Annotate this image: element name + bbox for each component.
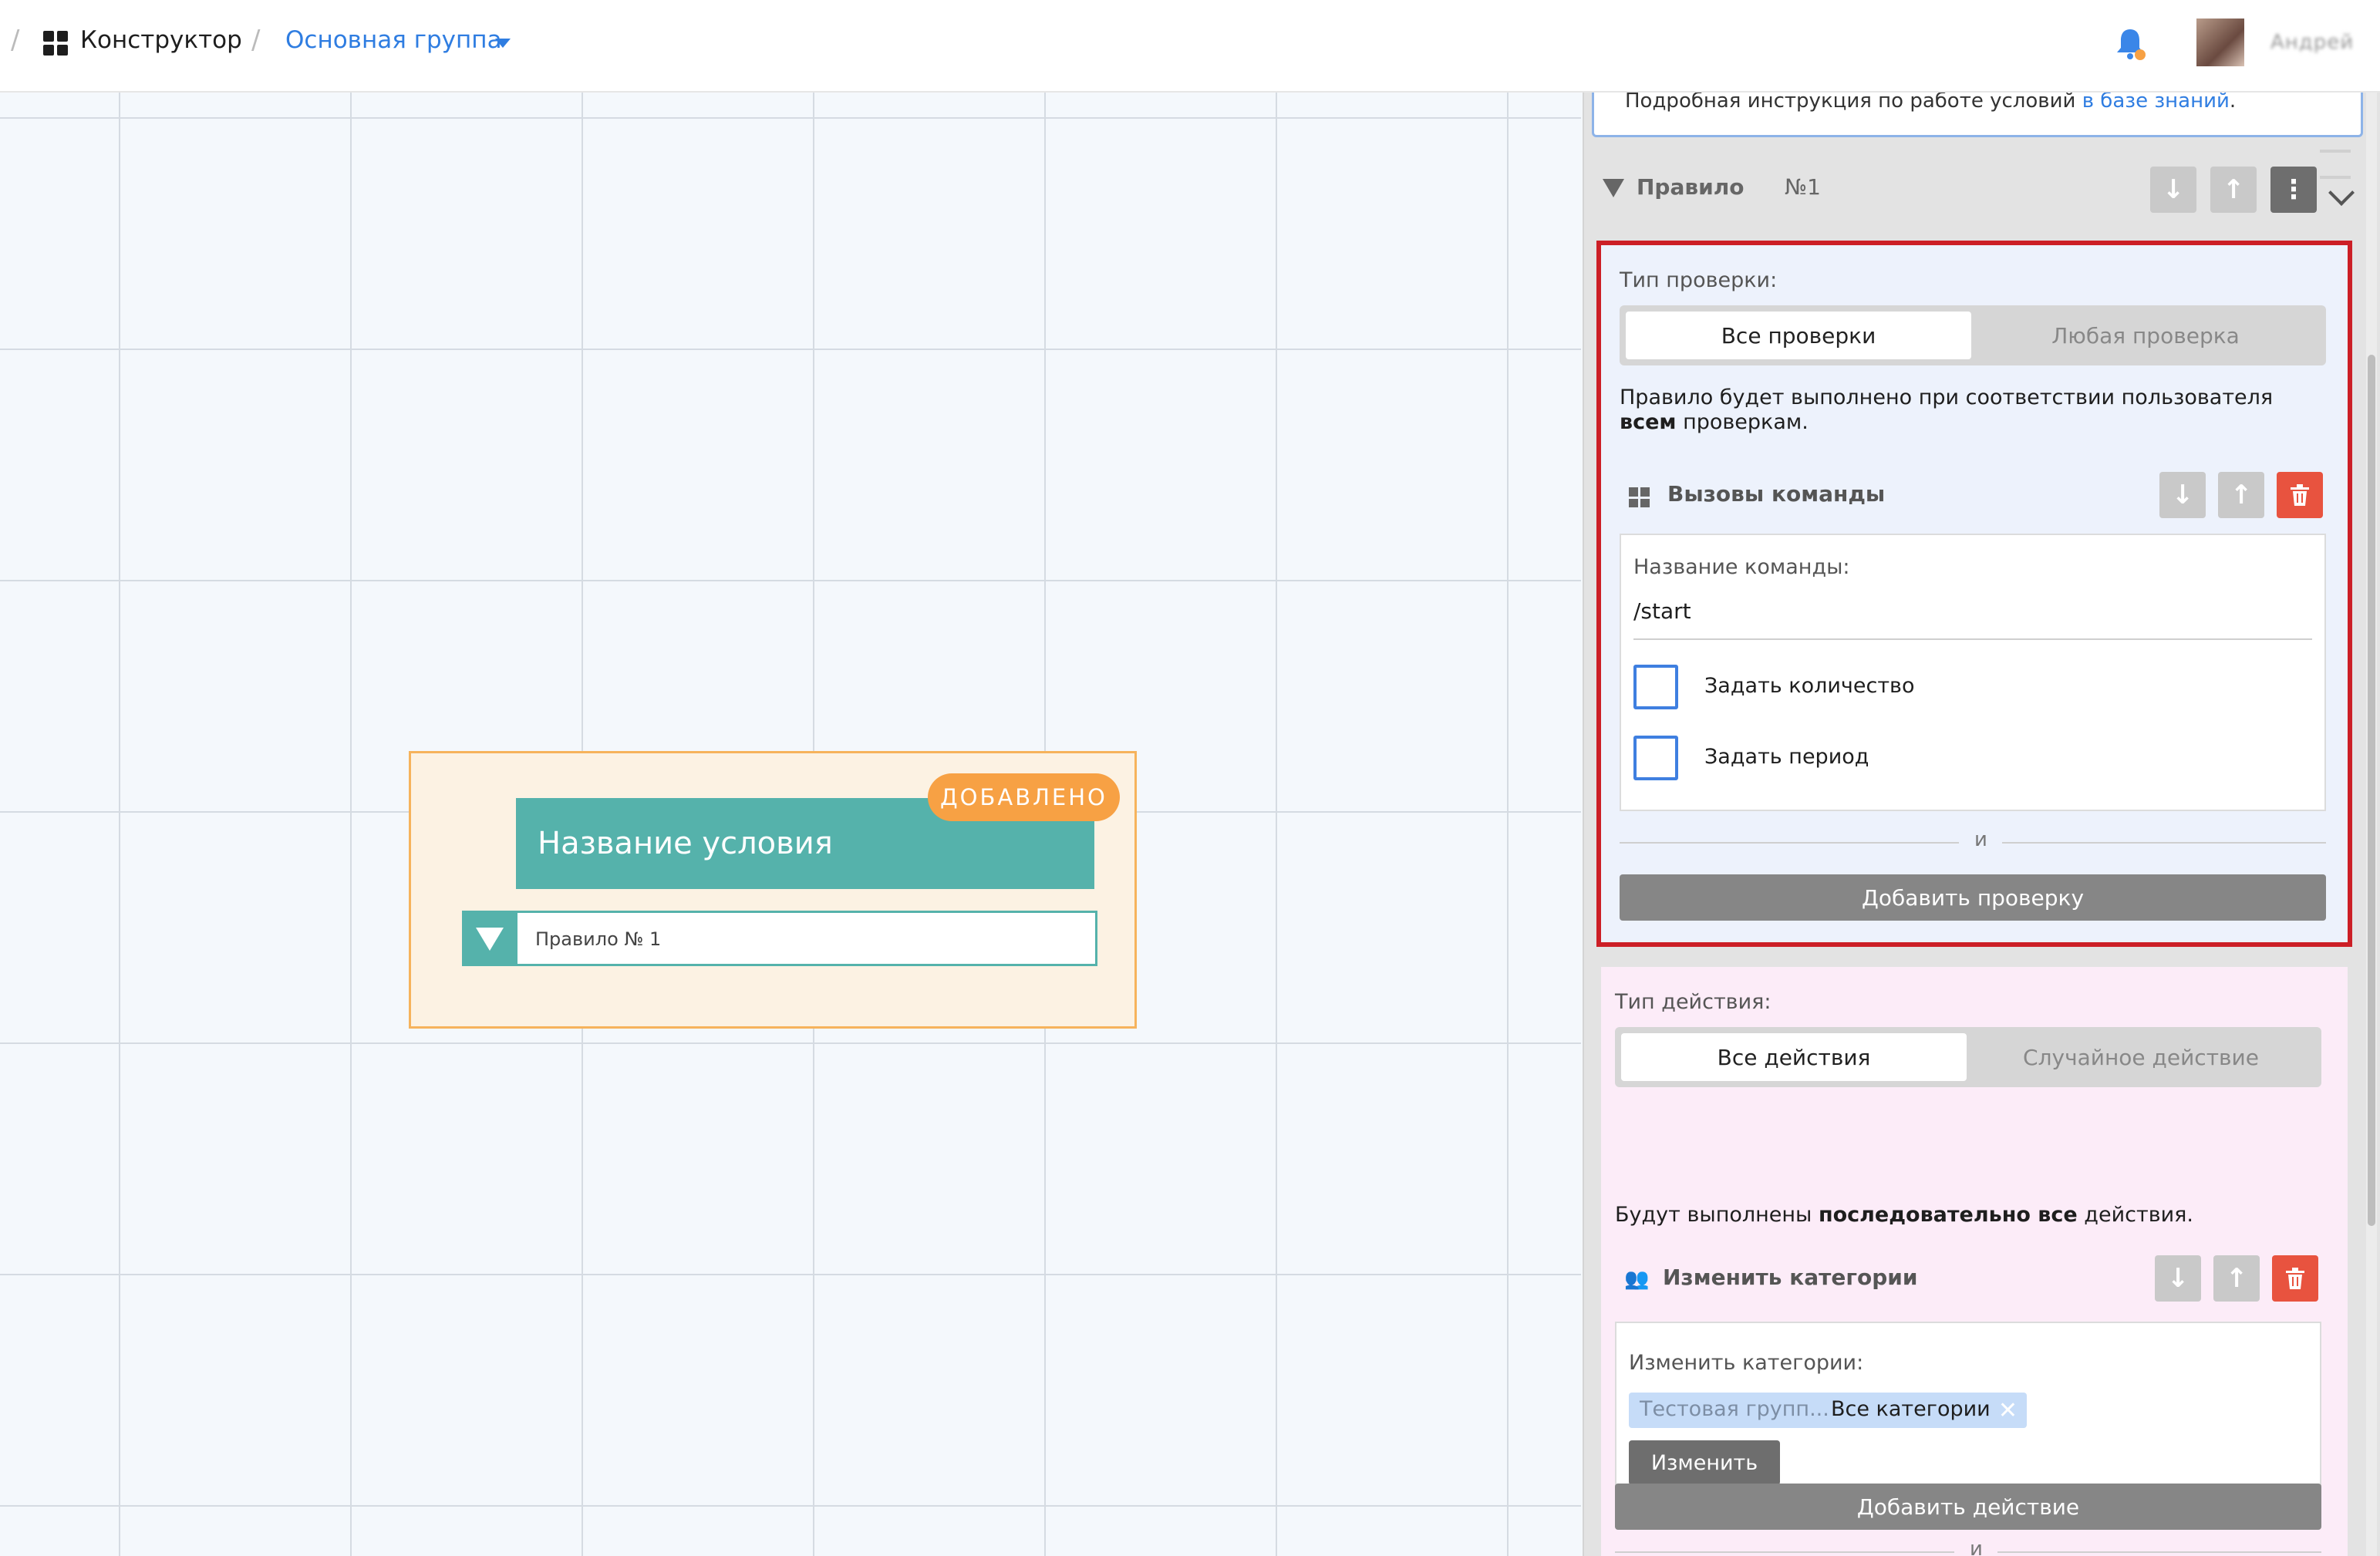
rule-port[interactable] [462, 911, 517, 966]
action-item-header[interactable]: 👥 Изменить категории ↓ ↑ [1615, 1255, 2321, 1302]
category-chip-value: Все категории [1831, 1397, 1991, 1421]
group-selector[interactable]: Основная группа [285, 26, 502, 54]
action-type-all[interactable]: Все действия [1621, 1033, 1967, 1081]
check-type-all[interactable]: Все проверки [1626, 312, 1971, 359]
more-vertical-icon: ⋮ [2281, 174, 2307, 205]
divider [1620, 842, 1959, 844]
caret-down-icon[interactable] [495, 39, 511, 48]
info-box: Подробная инструкция по работе условий в… [1592, 93, 2363, 137]
arrow-down-icon: ↓ [2171, 480, 2194, 510]
rule-number: №1 [1785, 174, 1821, 200]
top-bar: / Конструктор / Основная группа Андрей [0, 0, 2380, 93]
scrollbar-thumb[interactable] [2368, 355, 2375, 1226]
categories-label: Изменить категории: [1629, 1351, 1864, 1375]
action-type-label: Тип действия: [1615, 990, 1772, 1014]
command-name-input[interactable]: /start [1633, 598, 1691, 624]
breadcrumb-constructor[interactable]: Конструктор [80, 26, 242, 54]
category-chip[interactable]: Тестовая групп... Все категории ✕ [1629, 1393, 2027, 1428]
check-description: Правило будет выполнено при соответствии… [1620, 386, 2274, 434]
arrow-down-icon: ↓ [2166, 1263, 2190, 1294]
set-count-checkbox[interactable] [1633, 665, 1678, 709]
move-rule-down-button[interactable]: ↓ [2150, 167, 2196, 213]
check-block: Тип проверки: Все проверки Любая проверк… [1596, 241, 2352, 947]
delete-action-button[interactable] [2272, 1255, 2318, 1302]
change-categories-button[interactable]: Изменить [1629, 1440, 1780, 1485]
rule-menu-button[interactable]: ⋮ [2270, 167, 2317, 213]
and-label: и [1974, 828, 1987, 851]
condition-node[interactable]: Название условия ДОБАВЛЕНО Правило № 1 [409, 751, 1137, 1029]
set-count-label[interactable]: Задать количество [1704, 674, 1915, 698]
add-action-button[interactable]: Добавить действие [1615, 1484, 2321, 1530]
filter-triangle-icon [1603, 179, 1624, 197]
avatar[interactable] [2196, 19, 2244, 66]
action-item-title: Изменить категории [1663, 1265, 1918, 1290]
grid-icon [1629, 487, 1650, 507]
close-icon[interactable]: ✕ [1998, 1397, 2018, 1424]
and-label: и [1970, 1537, 1983, 1556]
move-check-up-button[interactable]: ↑ [2218, 472, 2264, 518]
add-check-button[interactable]: Добавить проверку [1620, 874, 2326, 921]
added-badge: ДОБАВЛЕНО [928, 773, 1120, 821]
move-check-down-button[interactable]: ↓ [2159, 472, 2206, 518]
check-type-any[interactable]: Любая проверка [1973, 312, 2318, 359]
move-action-up-button[interactable]: ↑ [2213, 1255, 2260, 1302]
check-item-header[interactable]: Вызовы команды ↓ ↑ [1620, 472, 2326, 518]
rule-title: Правило [1637, 174, 1745, 200]
rule-header[interactable]: Правило №1 ↓ ↑ ⋮ [1603, 167, 2358, 213]
filter-triangle-icon [476, 928, 504, 951]
set-period-checkbox[interactable] [1633, 736, 1678, 780]
action-type-switch[interactable]: Все действия Случайное действие [1615, 1027, 2321, 1087]
set-period-label[interactable]: Задать период [1704, 745, 1869, 769]
knowledge-base-link[interactable]: в базе знаний [2082, 93, 2230, 113]
people-icon: 👥 [1624, 1268, 1650, 1291]
breadcrumb-separator: / [251, 25, 261, 56]
input-underline [1633, 638, 2312, 640]
arrow-down-icon: ↓ [2162, 174, 2185, 205]
chevron-down-icon[interactable] [2328, 180, 2355, 206]
command-card: Название команды: /start Задать количест… [1620, 534, 2326, 811]
divider [1615, 1551, 1954, 1553]
arrow-up-icon: ↑ [2230, 480, 2253, 510]
breadcrumb-separator: / [11, 25, 20, 56]
rule-label: Правило № 1 [535, 928, 662, 950]
move-action-down-button[interactable]: ↓ [2155, 1255, 2201, 1302]
action-description-text: Будут выполнены последовательно все дейс… [1615, 1203, 2193, 1227]
rule-editor-panel: Подробная инструкция по работе условий в… [1583, 93, 2380, 1556]
check-item-title: Вызовы команды [1667, 481, 1886, 507]
command-name-label: Название команды: [1633, 555, 1850, 579]
check-type-label: Тип проверки: [1620, 268, 1778, 292]
trash-icon [2286, 1268, 2304, 1289]
user-name[interactable]: Андрей [2270, 31, 2354, 54]
divider [1997, 1551, 2321, 1553]
info-text: Подробная инструкция по работе условий в… [1625, 93, 2236, 113]
trash-icon [2291, 484, 2309, 506]
condition-node-rule[interactable]: Правило № 1 [462, 911, 1097, 966]
check-type-switch[interactable]: Все проверки Любая проверка [1620, 305, 2326, 365]
category-chip-group: Тестовая групп... [1640, 1397, 1829, 1421]
move-rule-up-button[interactable]: ↑ [2210, 167, 2257, 213]
action-type-random[interactable]: Случайное действие [1968, 1033, 2314, 1081]
delete-check-button[interactable] [2277, 472, 2323, 518]
arrow-up-icon: ↑ [2225, 1263, 2248, 1294]
arrow-up-icon: ↑ [2222, 174, 2245, 205]
grid-icon [43, 31, 68, 56]
divider [2002, 842, 2326, 844]
bell-icon[interactable] [2113, 26, 2147, 62]
action-block: Тип действия: Все действия Случайное дей… [1601, 967, 2348, 1556]
